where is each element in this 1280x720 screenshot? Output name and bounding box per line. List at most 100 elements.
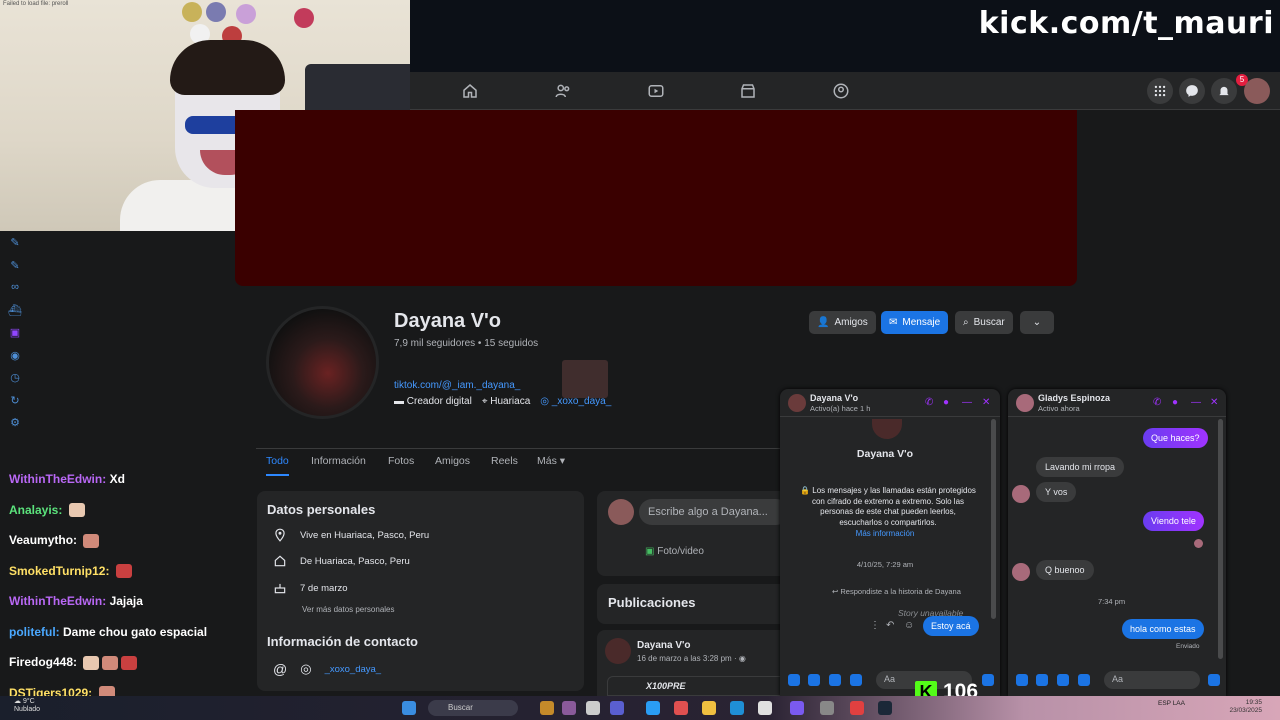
post-author-avatar[interactable] (605, 638, 631, 664)
taskbar-search[interactable]: Buscar (428, 700, 518, 716)
phone-icon[interactable]: ✆ (925, 397, 933, 408)
gif-icon[interactable] (850, 674, 862, 686)
play-icon[interactable]: ◉ (8, 349, 22, 363)
tab-mas[interactable]: Más ▾ (537, 455, 565, 467)
chat-scrollbar[interactable] (1218, 419, 1223, 659)
chat-message-mine[interactable]: Estoy acá (923, 616, 979, 636)
chat-message-mine[interactable]: hola como estas (1122, 619, 1204, 639)
task-view-icon[interactable] (586, 701, 600, 715)
refresh-icon[interactable]: ↻ (8, 394, 22, 408)
tool-icon[interactable]: ✎ (8, 259, 22, 273)
tab-reels[interactable]: Reels (491, 455, 518, 467)
contact-instagram-link[interactable]: _xoxo_daya_ (325, 664, 382, 675)
weather-widget[interactable]: ☁ 9°C Nublado (14, 698, 40, 714)
tab-todo[interactable]: Todo (266, 455, 289, 476)
reply-action-icon[interactable]: ↶ (886, 620, 894, 631)
minimize-icon[interactable]: — (1191, 397, 1201, 408)
app-icon[interactable] (540, 701, 554, 715)
sticker-icon[interactable] (1057, 674, 1069, 686)
image-icon[interactable] (808, 674, 820, 686)
chat-scrollbar[interactable] (991, 419, 996, 619)
chat-username[interactable]: WithinTheEdwin (9, 594, 102, 608)
discord-icon[interactable] (790, 701, 804, 715)
tool-icon[interactable]: ✎ (8, 236, 22, 250)
profile-stats[interactable]: 7,9 mil seguidores • 15 seguidos (394, 338, 538, 349)
tab-informacion[interactable]: Información (311, 455, 366, 467)
chat-username[interactable]: politeful (9, 625, 56, 639)
chat-input[interactable]: Aa (1104, 671, 1200, 689)
chat-header[interactable]: Dayana V'o Activo(a) hace 1 h ✆ ● — ✕ (780, 389, 1000, 417)
phone-icon[interactable]: ✆ (1153, 397, 1161, 408)
post-preview[interactable]: X100PRE (607, 676, 787, 696)
taskbar-clock[interactable]: 19:35 23/03/2025 (1229, 699, 1262, 715)
menu-grid-button[interactable] (1147, 78, 1173, 104)
mic-icon[interactable] (788, 674, 800, 686)
home-icon[interactable] (461, 82, 479, 100)
post-author-name[interactable]: Dayana V'o (637, 640, 691, 651)
video-icon[interactable] (647, 82, 665, 100)
like-icon[interactable] (1208, 674, 1220, 686)
link-icon[interactable]: ∞ (8, 281, 22, 295)
chat-username[interactable]: WithinTheEdwin (9, 472, 102, 486)
folder-icon[interactable] (702, 701, 716, 715)
more-actions-icon[interactable]: ⋮ (870, 620, 880, 631)
chat-message-theirs[interactable]: Lavando mi rropa (1036, 457, 1125, 477)
chat-message-mine[interactable]: Que haces? (1143, 428, 1208, 448)
chat-message-theirs[interactable]: Q buenoo (1036, 560, 1094, 580)
chat-username[interactable]: Analayis (9, 503, 58, 517)
video-call-icon[interactable]: ● (943, 397, 949, 408)
sticker-icon[interactable] (829, 674, 841, 686)
more-info-link[interactable]: Más información (780, 529, 990, 538)
settings-icon[interactable]: ⚙ (8, 416, 22, 430)
tab-fotos[interactable]: Fotos (388, 455, 414, 467)
image-icon[interactable] (1036, 674, 1048, 686)
instagram-link[interactable]: ◎ _xoxo_daya_ (540, 396, 611, 407)
minimize-icon[interactable]: — (962, 397, 972, 408)
chat-message-theirs[interactable]: Y vos (1036, 482, 1077, 502)
more-personal-link[interactable]: Ver más datos personales (302, 605, 395, 614)
account-avatar[interactable] (1244, 78, 1270, 104)
more-options-button[interactable]: ⌄ (1020, 311, 1054, 334)
post-input[interactable]: Escribe algo a Dayana... (639, 499, 789, 525)
steam-icon[interactable] (878, 701, 892, 715)
photo-video-button[interactable]: ▣ Foto/video (645, 546, 704, 557)
profile-avatar[interactable] (266, 306, 379, 419)
friends-button[interactable]: 👤 Amigos (809, 311, 876, 334)
clock-icon[interactable]: ◷ (8, 371, 22, 385)
close-icon[interactable]: ✕ (982, 397, 990, 408)
edge-icon[interactable] (730, 701, 744, 715)
windows-start-icon[interactable] (402, 701, 416, 715)
post-date[interactable]: 16 de marzo a las 3:28 pm · ◉ (637, 654, 746, 663)
messenger-button[interactable] (1179, 78, 1205, 104)
teams-icon[interactable] (610, 701, 624, 715)
marketplace-icon[interactable] (739, 82, 757, 100)
gif-icon[interactable] (1078, 674, 1090, 686)
app-icon[interactable] (820, 701, 834, 715)
profile-website-link[interactable]: tiktok.com/@_iam._dayana_ (394, 380, 520, 391)
groups-icon[interactable] (832, 82, 850, 100)
chrome-icon[interactable] (850, 701, 864, 715)
cover-photo[interactable] (235, 110, 1077, 286)
emoji-reaction-icon[interactable]: ☺ (904, 620, 914, 631)
app-icon[interactable] (562, 701, 576, 715)
search-button[interactable]: ⌕ Buscar (955, 311, 1013, 334)
close-icon[interactable]: ✕ (1210, 397, 1218, 408)
instagram-text[interactable]: _xoxo_daya_ (552, 396, 612, 407)
featured-thumbnail[interactable] (562, 360, 608, 398)
app-icon[interactable] (674, 701, 688, 715)
like-icon[interactable] (982, 674, 994, 686)
chat-username[interactable]: SmokedTurnip12 (9, 564, 105, 578)
store-icon[interactable] (646, 701, 660, 715)
message-button[interactable]: ✉ Mensaje (881, 311, 949, 334)
chat-username[interactable]: Firedog448 (9, 655, 73, 669)
notifications-button[interactable] (1211, 78, 1237, 104)
app-icon[interactable] (758, 701, 772, 715)
twitch-icon[interactable]: ▣ (8, 326, 22, 340)
mic-icon[interactable] (1016, 674, 1028, 686)
chat-message-mine[interactable]: Viendo tele (1143, 511, 1204, 531)
tab-amigos[interactable]: Amigos (435, 455, 470, 467)
video-call-icon[interactable]: ● (1172, 397, 1178, 408)
chat-header[interactable]: Gladys Espinoza Activo ahora ✆ ● — ✕ (1008, 389, 1226, 417)
language-indicator[interactable]: ESP LAA (1158, 700, 1185, 708)
boat-icon[interactable]: ⛴ (8, 304, 22, 318)
